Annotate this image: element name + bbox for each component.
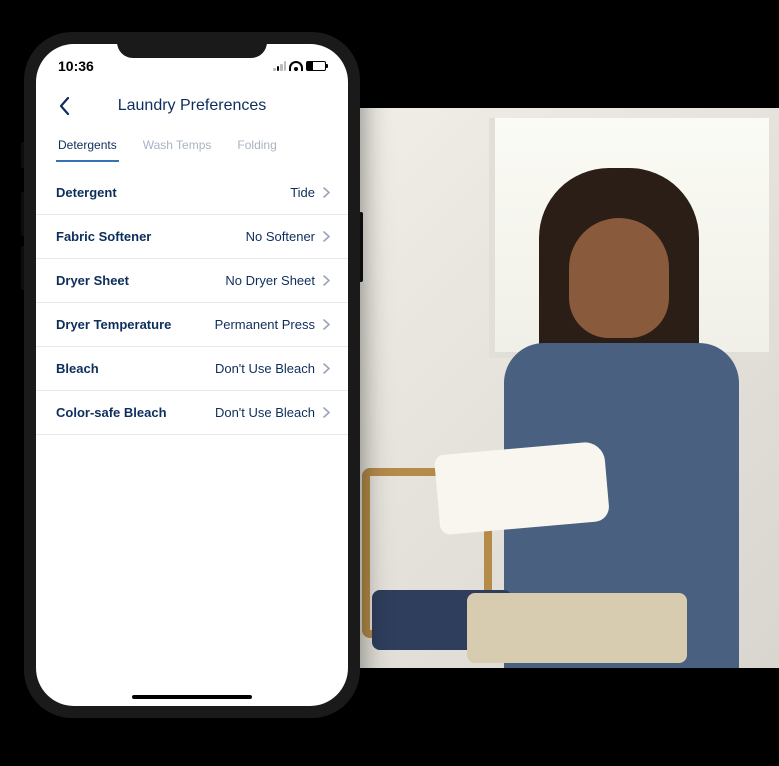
- setting-label: Detergent: [56, 185, 290, 200]
- status-bar: 10:36 32: [36, 44, 348, 84]
- chevron-right-icon: [323, 363, 330, 374]
- tab-wash-temps[interactable]: Wash Temps: [141, 132, 214, 162]
- battery-icon: [306, 61, 326, 71]
- setting-label: Fabric Softener: [56, 229, 246, 244]
- setting-label: Dryer Sheet: [56, 273, 225, 288]
- setting-label: Dryer Temperature: [56, 317, 215, 332]
- cellular-signal-icon: [273, 61, 286, 71]
- chevron-right-icon: [323, 231, 330, 242]
- tab-folding[interactable]: Folding: [235, 132, 278, 162]
- chevron-right-icon: [323, 407, 330, 418]
- chevron-right-icon: [323, 187, 330, 198]
- setting-value: No Dryer Sheet: [225, 273, 315, 288]
- setting-label: Bleach: [56, 361, 215, 376]
- setting-value: Don't Use Bleach: [215, 405, 315, 420]
- setting-row-dryer-temperature[interactable]: Dryer Temperature Permanent Press: [36, 303, 348, 347]
- setting-row-detergent[interactable]: Detergent Tide: [36, 171, 348, 215]
- home-indicator[interactable]: [132, 695, 252, 699]
- wifi-icon: [289, 61, 303, 71]
- status-time: 10:36: [58, 54, 94, 74]
- setting-value: No Softener: [246, 229, 315, 244]
- setting-value: Tide: [290, 185, 315, 200]
- setting-value: Permanent Press: [215, 317, 315, 332]
- setting-row-bleach[interactable]: Bleach Don't Use Bleach: [36, 347, 348, 391]
- chevron-right-icon: [323, 319, 330, 330]
- page-title: Laundry Preferences: [50, 97, 334, 115]
- phone-screen: 10:36 32 Laundry Preferences Detergents …: [36, 44, 348, 706]
- tab-detergents[interactable]: Detergents: [56, 132, 119, 162]
- setting-row-color-safe-bleach[interactable]: Color-safe Bleach Don't Use Bleach: [36, 391, 348, 435]
- phone-device-frame: 10:36 32 Laundry Preferences Detergents …: [24, 32, 360, 718]
- setting-row-fabric-softener[interactable]: Fabric Softener No Softener: [36, 215, 348, 259]
- setting-value: Don't Use Bleach: [215, 361, 315, 376]
- chevron-right-icon: [323, 275, 330, 286]
- setting-row-dryer-sheet[interactable]: Dryer Sheet No Dryer Sheet: [36, 259, 348, 303]
- tabs-bar: Detergents Wash Temps Folding: [36, 132, 348, 163]
- settings-list: Detergent Tide Fabric Softener No Soften…: [36, 163, 348, 435]
- setting-label: Color-safe Bleach: [56, 405, 215, 420]
- nav-header: Laundry Preferences: [36, 84, 348, 132]
